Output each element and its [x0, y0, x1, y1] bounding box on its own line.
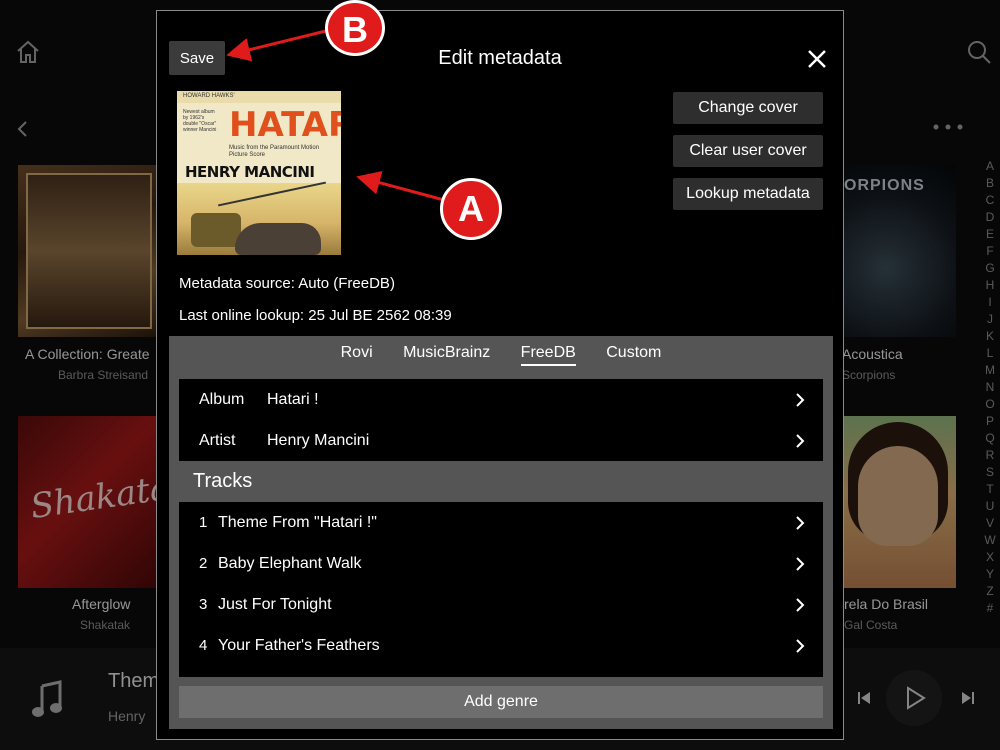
dialog-title: Edit metadata [438, 47, 562, 69]
album-label: Album [199, 391, 245, 408]
cover-title: HATARI! [229, 105, 341, 145]
track-row[interactable]: 2 Baby Elephant Walk [179, 543, 823, 584]
track-row[interactable]: 4 Your Father's Feathers [179, 625, 823, 666]
close-icon[interactable] [805, 47, 829, 71]
album-row[interactable]: Album Hatari ! [179, 379, 823, 420]
album-value: Hatari ! [267, 391, 319, 408]
track-number: 3 [199, 596, 208, 613]
album-info-card: Album Hatari ! Artist Henry Mancini [179, 379, 823, 461]
chevron-right-icon [796, 393, 805, 407]
tracks-heading: Tracks [193, 470, 253, 492]
track-name: Just For Tonight [218, 596, 332, 613]
source-tabs: Rovi MusicBrainz FreeDB Custom [169, 344, 833, 370]
chevron-right-icon [796, 516, 805, 530]
artist-row[interactable]: Artist Henry Mancini [179, 420, 823, 461]
track-name: Baby Elephant Walk [218, 555, 362, 572]
track-number: 4 [199, 637, 208, 654]
clear-user-cover-button[interactable]: Clear user cover [673, 135, 823, 167]
last-online-lookup: Last online lookup: 25 Jul BE 2562 08:39 [179, 307, 452, 324]
annotation-b-marker: B [325, 0, 385, 56]
metadata-panel: Rovi MusicBrainz FreeDB Custom Album Hat… [169, 336, 833, 729]
tab-custom[interactable]: Custom [606, 344, 661, 364]
metadata-source: Metadata source: Auto (FreeDB) [179, 275, 395, 292]
artist-value: Henry Mancini [267, 432, 370, 449]
cover-subtitle: Music from the Paramount Motion Picture … [229, 145, 320, 158]
chevron-right-icon [796, 434, 805, 448]
track-list: 1 Theme From "Hatari !" 2 Baby Elephant … [179, 502, 823, 677]
tab-freedb[interactable]: FreeDB [520, 344, 576, 366]
add-genre-button[interactable]: Add genre [179, 686, 823, 718]
cover-topline: HOWARD HAWKS' [183, 93, 235, 99]
annotation-a-marker: A [440, 178, 502, 240]
track-row[interactable]: 3 Just For Tonight [179, 584, 823, 625]
cover-illustration [177, 181, 341, 255]
lookup-metadata-button[interactable]: Lookup metadata [673, 178, 823, 210]
chevron-right-icon [796, 639, 805, 653]
tab-musicbrainz[interactable]: MusicBrainz [403, 344, 490, 364]
chevron-right-icon [796, 557, 805, 571]
track-row[interactable]: 1 Theme From "Hatari !" [179, 502, 823, 543]
cover-artist: HENRY MANCINI [185, 163, 315, 181]
track-name: Your Father's Feathers [218, 637, 380, 654]
chevron-right-icon [796, 598, 805, 612]
album-cover-art[interactable]: HOWARD HAWKS' Newest album by 1962's dou… [177, 91, 341, 255]
artist-label: Artist [199, 432, 236, 449]
track-name: Theme From "Hatari !" [218, 514, 377, 531]
edit-metadata-dialog: Save Edit metadata HOWARD HAWKS' Newest … [156, 10, 844, 740]
tab-rovi[interactable]: Rovi [341, 344, 373, 364]
track-number: 1 [199, 514, 208, 531]
cover-blurb: Newest album by 1962's double "Oscar" wi… [183, 109, 217, 133]
change-cover-button[interactable]: Change cover [673, 92, 823, 124]
track-number: 2 [199, 555, 208, 572]
